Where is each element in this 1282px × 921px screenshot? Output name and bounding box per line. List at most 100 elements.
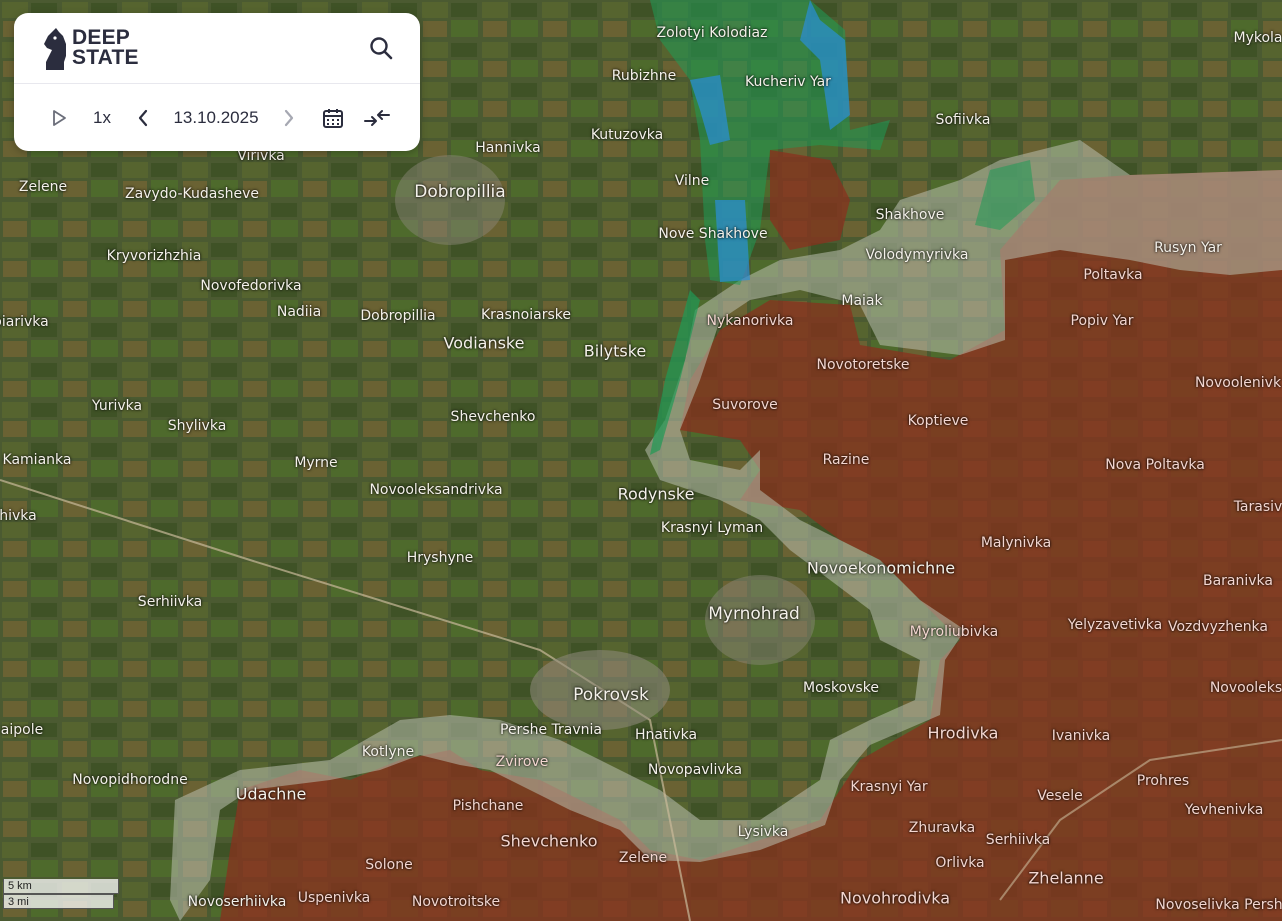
place-label: Shylivka	[167, 418, 227, 434]
place-label: aipole	[0, 722, 44, 738]
place-label: Rusyn Yar	[1154, 240, 1222, 256]
place-label: Myrnohrad	[708, 604, 800, 624]
place-label: Novohrodivka	[839, 888, 951, 908]
place-label: Rodynske	[617, 484, 695, 504]
calendar-icon	[323, 109, 343, 128]
scale-km: 5 km	[3, 879, 119, 894]
collapse-arrows-icon	[364, 110, 390, 126]
place-label: Nykanorivka	[706, 313, 794, 329]
place-label: Zhelanne	[1028, 868, 1104, 888]
place-label: Poltavka	[1083, 267, 1143, 283]
place-label: Shevchenko	[500, 831, 598, 851]
knight-logo-icon	[44, 28, 66, 70]
brand-line-1: DEEP	[72, 26, 130, 49]
chevron-left-icon	[138, 109, 148, 127]
place-label: Prohres	[1136, 773, 1190, 789]
place-label: Ivanivka	[1051, 728, 1111, 744]
place-label: Dobropillia	[360, 308, 436, 324]
place-label: Zolotyi Kolodiaz	[656, 25, 768, 41]
place-label: Nove Shakhove	[658, 226, 768, 242]
place-label: Nova Poltavka	[1105, 457, 1205, 473]
place-label: Novoserhiivka	[187, 894, 287, 910]
place-label: Sofiivka	[935, 112, 991, 128]
place-label: Yurivka	[91, 398, 143, 414]
place-label: Mykola	[1233, 30, 1282, 46]
next-date-button[interactable]	[280, 105, 298, 131]
speed-button[interactable]: 1x	[88, 105, 116, 131]
place-label: Suvorove	[712, 397, 778, 413]
place-label: Novopavlivka	[647, 762, 743, 778]
brand-logo[interactable]: DEEP STATE	[42, 25, 139, 71]
place-label: Tarasiv	[1233, 499, 1282, 515]
place-label: Orlivka	[935, 855, 985, 871]
place-label: Shakhove	[875, 207, 945, 223]
place-label: Nadiia	[276, 304, 322, 320]
place-label: Moskovske	[803, 680, 879, 696]
place-label: Rubizhne	[611, 68, 677, 84]
place-label: oiarivka	[0, 314, 49, 330]
place-label: Solone	[365, 857, 413, 873]
place-label: Serhiivka	[985, 832, 1051, 848]
search-button[interactable]	[366, 33, 396, 63]
place-label: Bilytske	[583, 341, 647, 361]
place-label: Kotlyne	[361, 744, 415, 760]
place-label: Vozdvyzhenka	[1167, 619, 1269, 635]
place-label: Krasnyi Lyman	[660, 520, 764, 536]
timeline-controls: 1x 13.10.2025	[14, 85, 420, 151]
play-icon	[53, 110, 66, 126]
place-label: Shevchenko	[450, 409, 536, 425]
place-label: Novooleks	[1209, 680, 1282, 696]
compare-button[interactable]	[362, 105, 392, 131]
place-label: Zhuravka	[908, 820, 976, 836]
place-label: ihivka	[0, 508, 37, 524]
place-label: Novotoretske	[816, 357, 910, 373]
place-label: Kamianka	[2, 452, 72, 468]
place-label: Razine	[822, 452, 870, 468]
place-label: Uspenivka	[297, 890, 371, 906]
place-label: Zelene	[618, 850, 668, 866]
search-icon	[370, 37, 393, 60]
brand-wordmark: DEEP STATE	[72, 26, 139, 69]
brand-line-2: STATE	[72, 46, 139, 69]
place-label: Zavydo-Kudasheve	[124, 186, 260, 202]
place-label: Koptieve	[907, 413, 969, 429]
place-label: Yelyzavetivka	[1067, 617, 1163, 633]
place-label: Zvirove	[495, 754, 549, 770]
place-label: Hnativka	[634, 727, 698, 743]
place-label: Pokrovsk	[573, 685, 649, 705]
place-label: Kryvorizhzhia	[106, 248, 202, 264]
place-label: Novooleksandrivka	[369, 482, 503, 498]
control-panel: DEEP STATE 1x 13.10.2025	[14, 13, 420, 151]
scale-bar: 5 km 3 mi	[3, 879, 119, 909]
place-label: Zelene	[18, 179, 68, 195]
date-display[interactable]: 13.10.2025	[170, 105, 262, 131]
previous-date-button[interactable]	[134, 105, 152, 131]
place-label: Krasnoiarske	[481, 307, 571, 323]
place-label: Maiak	[841, 293, 883, 309]
place-label: Popiv Yar	[1070, 313, 1134, 329]
place-label: Volodymyrivka	[865, 247, 969, 263]
place-label: Vilne	[674, 173, 710, 189]
play-button[interactable]	[48, 105, 70, 131]
place-label: Pishchane	[452, 798, 524, 814]
place-label: Yevhenivka	[1184, 802, 1264, 818]
place-label: Novotroitske	[411, 894, 501, 910]
place-label: Hryshyne	[406, 550, 474, 566]
place-label: Dobropillia	[414, 182, 506, 202]
place-label: Hrodivka	[927, 723, 999, 743]
place-label: Novofedorivka	[200, 278, 302, 294]
place-label: Novoekonomichne	[806, 558, 956, 578]
place-label: Novoselivka Persh	[1155, 897, 1282, 913]
place-label: Vodianske	[443, 333, 525, 353]
place-label: Malynivka	[980, 535, 1052, 551]
place-label: Novopidhorodne	[72, 772, 188, 788]
place-label: Myrne	[294, 455, 338, 471]
calendar-button[interactable]	[320, 105, 346, 131]
place-label: Baranivka	[1202, 573, 1274, 589]
chevron-right-icon	[284, 109, 294, 127]
scale-mi: 3 mi	[3, 894, 114, 909]
place-label: Vesele	[1037, 788, 1083, 804]
place-label: Krasnyi Yar	[850, 779, 928, 795]
place-label: Novoolenivk	[1194, 375, 1282, 391]
place-label: Pershe Travnia	[500, 722, 602, 738]
